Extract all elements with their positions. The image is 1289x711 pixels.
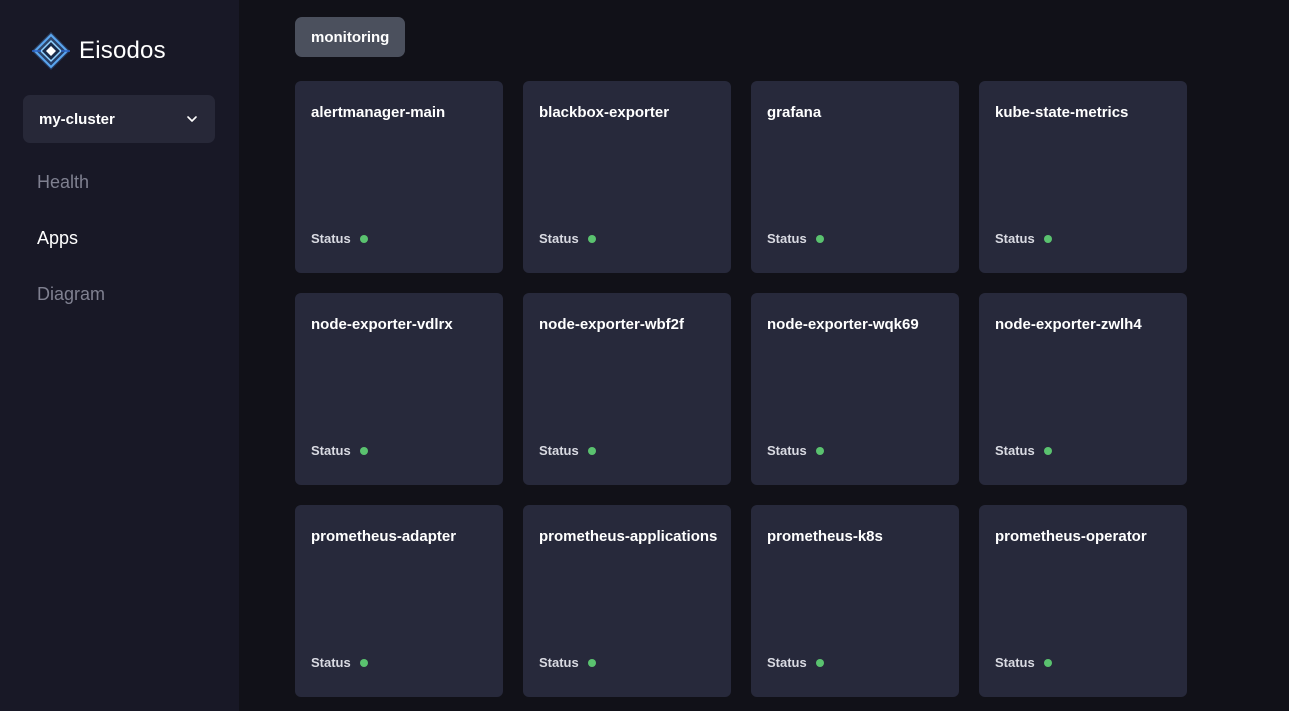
status-indicator-dot — [815, 234, 824, 243]
chevron-down-icon — [187, 116, 197, 122]
brand-name: Eisodos — [79, 37, 166, 64]
app-card-status: Status — [995, 655, 1052, 670]
app-card-title: grafana — [767, 104, 822, 121]
app-card-grid: alertmanager-main Status blackbox-export… — [295, 81, 1187, 697]
status-label: Status — [995, 655, 1035, 670]
app-card[interactable]: prometheus-k8s Status — [751, 505, 959, 697]
app-card-status: Status — [767, 231, 824, 246]
app-card-status: Status — [311, 655, 368, 670]
cluster-select-value: my-cluster — [39, 110, 115, 128]
sidebar-nav: Health Apps Diagram — [37, 168, 105, 336]
app-card[interactable]: node-exporter-zwlh4 Status — [979, 293, 1187, 485]
status-indicator-dot — [815, 446, 824, 455]
status-label: Status — [767, 443, 807, 458]
status-indicator-dot — [359, 234, 368, 243]
app-card[interactable]: prometheus-adapter Status — [295, 505, 503, 697]
brand[interactable]: Eisodos — [31, 31, 166, 71]
status-label: Status — [539, 443, 579, 458]
status-indicator-dot — [587, 446, 596, 455]
app-card[interactable]: node-exporter-vdlrx Status — [295, 293, 503, 485]
app-card-title: prometheus-applications — [539, 528, 718, 545]
app-card-title: node-exporter-wbf2f — [539, 316, 685, 333]
status-label: Status — [311, 231, 351, 246]
app-card-title: kube-state-metrics — [995, 104, 1129, 121]
status-label: Status — [539, 231, 579, 246]
app-card-title: prometheus-adapter — [311, 528, 457, 545]
status-indicator-dot — [587, 234, 596, 243]
status-label: Status — [311, 655, 351, 670]
app-card-title: prometheus-operator — [995, 528, 1147, 545]
main-content: monitoring alertmanager-main Status blac… — [239, 0, 1289, 711]
app-card-title: node-exporter-zwlh4 — [995, 316, 1142, 333]
status-label: Status — [995, 443, 1035, 458]
sidebar: Eisodos my-cluster Health Apps Diagram — [0, 0, 239, 711]
eisodos-diamond-logo-icon — [32, 32, 70, 70]
status-indicator-dot — [1043, 234, 1052, 243]
status-indicator-dot — [359, 658, 368, 667]
app-card-status: Status — [539, 655, 596, 670]
app-card-status: Status — [539, 443, 596, 458]
app-card-status: Status — [995, 231, 1052, 246]
nav-item-apps[interactable]: Apps — [37, 224, 105, 280]
cluster-select[interactable]: my-cluster — [23, 95, 215, 143]
app-card-status: Status — [539, 231, 596, 246]
nav-item-diagram[interactable]: Diagram — [37, 280, 105, 336]
app-card-status: Status — [311, 443, 368, 458]
app-card[interactable]: node-exporter-wbf2f Status — [523, 293, 731, 485]
app-card-title: node-exporter-vdlrx — [311, 316, 453, 333]
status-label: Status — [767, 231, 807, 246]
app-card-status: Status — [767, 443, 824, 458]
app-card[interactable]: blackbox-exporter Status — [523, 81, 731, 273]
app-card[interactable]: grafana Status — [751, 81, 959, 273]
namespace-filter-chip[interactable]: monitoring — [295, 17, 406, 57]
status-indicator-dot — [1043, 446, 1052, 455]
status-indicator-dot — [359, 446, 368, 455]
app-card-status: Status — [767, 655, 824, 670]
status-label: Status — [311, 443, 351, 458]
status-indicator-dot — [1043, 658, 1052, 667]
app-card[interactable]: alertmanager-main Status — [295, 81, 503, 273]
app-root: Eisodos my-cluster Health Apps Diagram m… — [0, 0, 1289, 711]
app-card-title: node-exporter-wqk69 — [767, 316, 919, 333]
status-indicator-dot — [587, 658, 596, 667]
app-card[interactable]: node-exporter-wqk69 Status — [751, 293, 959, 485]
nav-item-health[interactable]: Health — [37, 168, 105, 224]
app-card[interactable]: prometheus-applications Status — [523, 505, 731, 697]
app-card-status: Status — [995, 443, 1052, 458]
app-card-title: blackbox-exporter — [539, 104, 670, 121]
status-indicator-dot — [815, 658, 824, 667]
status-label: Status — [995, 231, 1035, 246]
app-card-title: alertmanager-main — [311, 104, 446, 121]
status-label: Status — [767, 655, 807, 670]
app-card-status: Status — [311, 231, 368, 246]
app-card[interactable]: kube-state-metrics Status — [979, 81, 1187, 273]
app-card-title: prometheus-k8s — [767, 528, 883, 545]
status-label: Status — [539, 655, 579, 670]
app-card[interactable]: prometheus-operator Status — [979, 505, 1187, 697]
